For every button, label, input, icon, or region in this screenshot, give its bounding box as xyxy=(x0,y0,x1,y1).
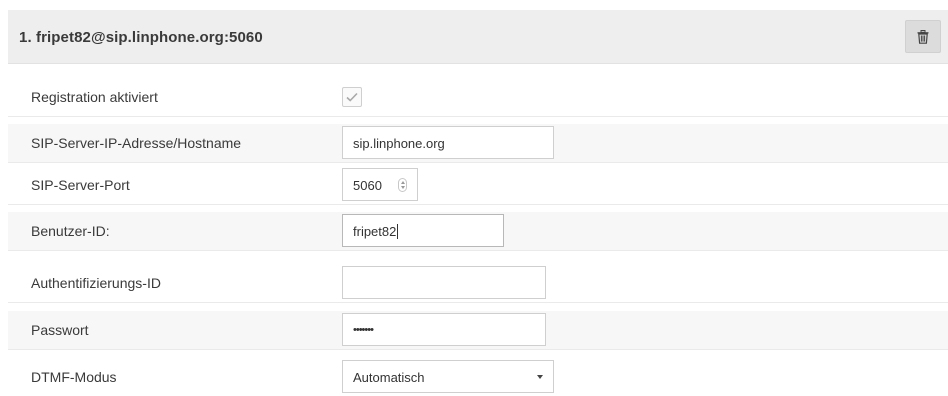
port-stepper-icon[interactable] xyxy=(398,178,407,192)
server-host-value: sip.linphone.org xyxy=(353,136,445,151)
registration-label: Registration aktiviert xyxy=(31,89,158,105)
account-header: 1. fripet82@sip.linphone.org:5060 xyxy=(8,10,948,64)
server-host-label: SIP-Server-IP-Adresse/Hostname xyxy=(31,135,242,151)
row-auth-id: Authentifizierungs-ID xyxy=(8,264,948,303)
auth-id-input[interactable] xyxy=(342,266,546,299)
dropdown-caret-icon xyxy=(537,375,543,379)
user-id-input[interactable]: fripet82 xyxy=(342,214,504,247)
account-title: 1. fripet82@sip.linphone.org:5060 xyxy=(19,29,263,46)
row-server-port: SIP-Server-Port 5060 xyxy=(8,166,948,205)
password-input[interactable]: ••••••• xyxy=(342,313,546,346)
text-cursor xyxy=(397,224,399,239)
row-password: Passwort ••••••• xyxy=(8,311,948,350)
row-user-id: Benutzer-ID: fripet82 xyxy=(8,212,948,251)
dtmf-label: DTMF-Modus xyxy=(31,369,117,385)
registration-checkbox[interactable] xyxy=(342,87,362,107)
dtmf-value: Automatisch xyxy=(353,370,425,385)
server-port-value: 5060 xyxy=(353,178,382,193)
password-label: Passwort xyxy=(31,322,89,338)
row-dtmf: DTMF-Modus Automatisch xyxy=(8,358,948,396)
password-value: ••••••• xyxy=(353,324,374,336)
delete-account-button[interactable] xyxy=(905,20,941,53)
user-id-label: Benutzer-ID: xyxy=(31,223,110,239)
row-registration: Registration aktiviert xyxy=(8,78,948,117)
row-server-host: SIP-Server-IP-Adresse/Hostname sip.linph… xyxy=(8,124,948,163)
user-id-value: fripet82 xyxy=(353,224,397,239)
sip-account-panel: 1. fripet82@sip.linphone.org:5060 Regist… xyxy=(0,0,948,396)
trash-icon xyxy=(917,29,929,44)
server-host-input[interactable]: sip.linphone.org xyxy=(342,126,554,159)
server-port-label: SIP-Server-Port xyxy=(31,177,130,193)
server-port-input[interactable]: 5060 xyxy=(342,168,418,201)
dtmf-select[interactable]: Automatisch xyxy=(342,360,554,393)
checkmark-icon xyxy=(346,92,358,102)
auth-id-label: Authentifizierungs-ID xyxy=(31,275,161,291)
